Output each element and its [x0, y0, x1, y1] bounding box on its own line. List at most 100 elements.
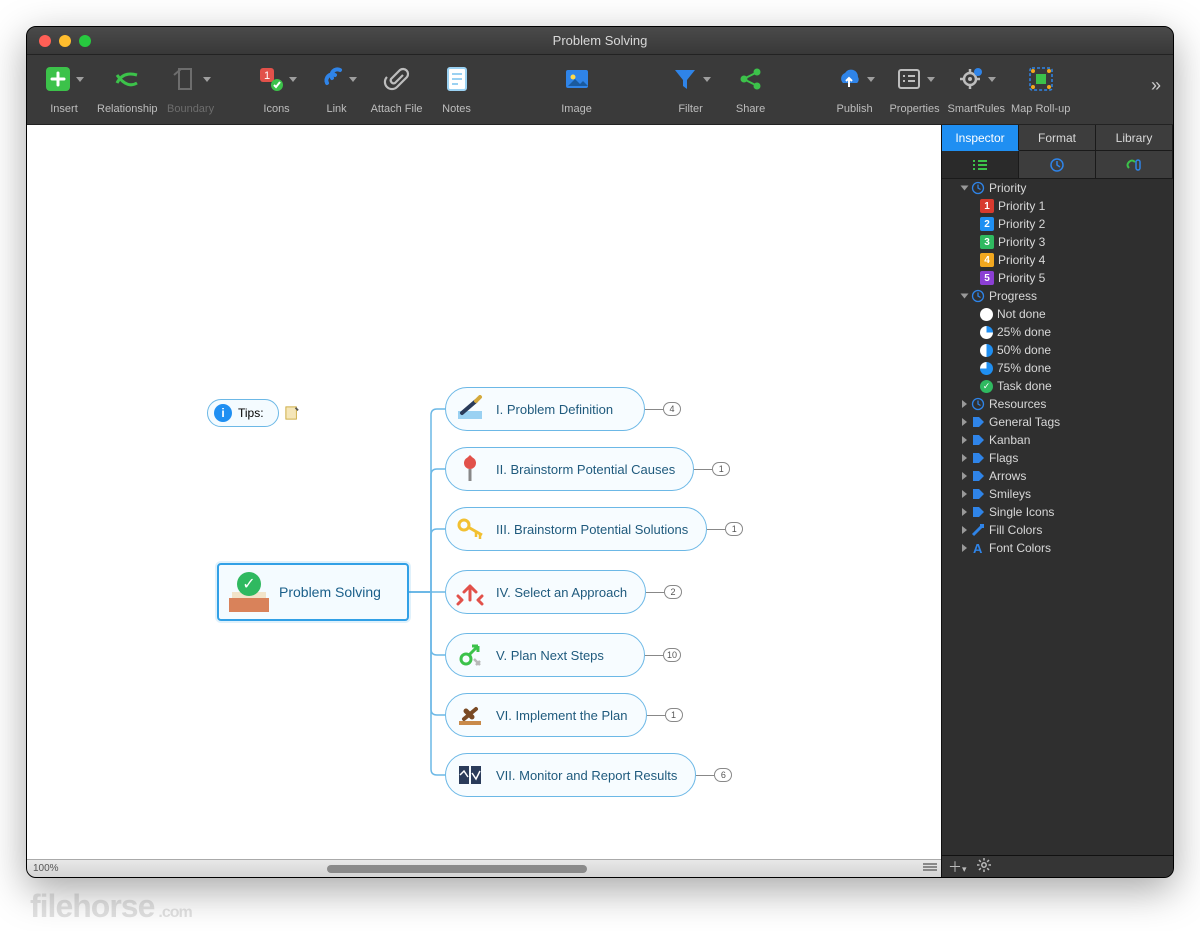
canvas-area: i Tips: ✓ Problem Solving I. Problem Def… — [27, 125, 941, 877]
list-icon — [971, 158, 989, 172]
child-count[interactable]: 4 — [645, 402, 681, 416]
toolbar-label: Link — [326, 103, 346, 115]
group-progress[interactable]: Progress — [942, 287, 1173, 305]
marker-priority-1[interactable]: 1Priority 1 — [942, 197, 1173, 215]
panel-resize-grip[interactable] — [923, 862, 937, 876]
info-icon: i — [214, 404, 232, 422]
svg-text:1: 1 — [263, 70, 269, 82]
marker-progress-1[interactable]: 25% done — [942, 323, 1173, 341]
subtab-markers[interactable] — [942, 151, 1019, 178]
topic-icon — [456, 455, 484, 483]
chevron-down-icon — [927, 77, 935, 82]
toolbar-publish[interactable]: Publish — [828, 61, 882, 115]
toolbar-label: Boundary — [167, 103, 214, 115]
child-count[interactable]: 6 — [696, 768, 732, 782]
marker-progress-4[interactable]: ✓Task done — [942, 377, 1173, 395]
chevron-down-icon — [76, 77, 84, 82]
group-arrows[interactable]: Arrows — [942, 467, 1173, 485]
zoom-level[interactable]: 100% — [27, 863, 65, 874]
tab-library[interactable]: Library — [1096, 125, 1173, 151]
inspector-panel: Inspector Format Library Priority1Priori… — [941, 125, 1173, 877]
central-topic-label: Problem Solving — [279, 584, 381, 600]
group-priority[interactable]: Priority — [942, 179, 1173, 197]
central-topic[interactable]: ✓ Problem Solving — [217, 563, 409, 621]
toolbar-filter[interactable]: Filter — [664, 61, 718, 115]
toolbar-label: Publish — [837, 103, 873, 115]
marker-priority-4[interactable]: 4Priority 4 — [942, 251, 1173, 269]
subtab-links[interactable] — [1096, 151, 1173, 178]
toolbar-share[interactable]: Share — [724, 61, 778, 115]
toolbar-insert[interactable]: Insert — [37, 61, 91, 115]
panel-tabs: Inspector Format Library — [942, 125, 1173, 151]
subtab-history[interactable] — [1019, 151, 1096, 178]
toolbar-label: Insert — [50, 103, 78, 115]
topic-brainstorm-potential-causes[interactable]: II. Brainstorm Potential Causes1 — [445, 447, 730, 491]
chevron-down-icon — [349, 77, 357, 82]
toolbar-properties[interactable]: Properties — [888, 61, 942, 115]
toolbar-icons[interactable]: 1 Icons — [250, 61, 304, 115]
tips-label: Tips: — [238, 406, 264, 420]
topic-brainstorm-potential-solutions[interactable]: III. Brainstorm Potential Solutions 1 — [445, 507, 743, 551]
child-count[interactable]: 1 — [707, 522, 743, 536]
marker-progress-2[interactable]: 50% done — [942, 341, 1173, 359]
topic-label: III. Brainstorm Potential Solutions — [496, 522, 688, 537]
topic-label: VII. Monitor and Report Results — [496, 768, 677, 783]
chevron-down-icon — [867, 77, 875, 82]
child-count[interactable]: 10 — [645, 648, 681, 662]
central-topic-icon: ✓ — [229, 572, 269, 612]
topic-icon — [456, 641, 484, 669]
child-count[interactable]: 1 — [694, 462, 730, 476]
toolbar-relationship[interactable]: Relationship — [97, 61, 158, 115]
toolbar-image[interactable]: Image — [550, 61, 604, 115]
topic-icon — [456, 761, 484, 789]
topic-icon — [456, 701, 484, 729]
topic-implement-the-plan[interactable]: VI. Implement the Plan 1 — [445, 693, 683, 737]
group-smileys[interactable]: Smileys — [942, 485, 1173, 503]
topic-icon — [456, 578, 484, 606]
mindmap-canvas[interactable]: i Tips: ✓ Problem Solving I. Problem Def… — [27, 125, 941, 859]
marker-progress-0[interactable]: Not done — [942, 305, 1173, 323]
group-font-colors[interactable]: AFont Colors — [942, 539, 1173, 557]
window-title: Problem Solving — [27, 33, 1173, 48]
toolbar-label: Icons — [263, 103, 289, 115]
toolbar-overflow-icon[interactable]: » — [1151, 75, 1161, 96]
topic-monitor-and-report-results[interactable]: VII. Monitor and Report Results 6 — [445, 753, 732, 797]
toolbar-map-roll-up[interactable]: Map Roll-up — [1011, 61, 1070, 115]
tab-inspector[interactable]: Inspector — [942, 125, 1019, 151]
marker-priority-3[interactable]: 3Priority 3 — [942, 233, 1173, 251]
app-window: Problem Solving Insert Relationship Bounda… — [26, 26, 1174, 878]
topic-label: VI. Implement the Plan — [496, 708, 628, 723]
topic-label: V. Plan Next Steps — [496, 648, 604, 663]
panel-footer: ＋▾ — [942, 855, 1173, 877]
topic-problem-definition[interactable]: I. Problem Definition4 — [445, 387, 681, 431]
toolbar-link[interactable]: Link — [310, 61, 364, 115]
topic-select-an-approach[interactable]: IV. Select an Approach2 — [445, 570, 682, 614]
child-count[interactable]: 2 — [646, 585, 682, 599]
toolbar-notes[interactable]: Notes — [430, 61, 484, 115]
topic-plan-next-steps[interactable]: V. Plan Next Steps 10 — [445, 633, 681, 677]
inspector-subtabs — [942, 151, 1173, 179]
group-resources[interactable]: Resources — [942, 395, 1173, 413]
status-bar: 100% — [27, 859, 941, 877]
horizontal-scrollbar[interactable] — [297, 865, 901, 873]
titlebar: Problem Solving — [27, 27, 1173, 55]
toolbar-boundary[interactable]: Boundary — [164, 61, 218, 115]
group-flags[interactable]: Flags — [942, 449, 1173, 467]
settings-button[interactable] — [977, 858, 991, 875]
child-count[interactable]: 1 — [647, 708, 683, 722]
topic-tips[interactable]: i Tips: — [207, 399, 299, 427]
group-single-icons[interactable]: Single Icons — [942, 503, 1173, 521]
marker-priority-2[interactable]: 2Priority 2 — [942, 215, 1173, 233]
marker-progress-3[interactable]: 75% done — [942, 359, 1173, 377]
toolbar-attach-file[interactable]: Attach File — [370, 61, 424, 115]
chevron-down-icon — [988, 77, 996, 82]
gear-icon — [977, 858, 991, 872]
group-general-tags[interactable]: General Tags — [942, 413, 1173, 431]
marker-priority-5[interactable]: 5Priority 5 — [942, 269, 1173, 287]
group-kanban[interactable]: Kanban — [942, 431, 1173, 449]
group-fill-colors[interactable]: Fill Colors — [942, 521, 1173, 539]
tab-format[interactable]: Format — [1019, 125, 1096, 151]
watermark: filehorse.com — [30, 888, 192, 925]
add-marker-button[interactable]: ＋▾ — [948, 857, 967, 877]
toolbar-smartrules[interactable]: SmartRules — [948, 61, 1005, 115]
